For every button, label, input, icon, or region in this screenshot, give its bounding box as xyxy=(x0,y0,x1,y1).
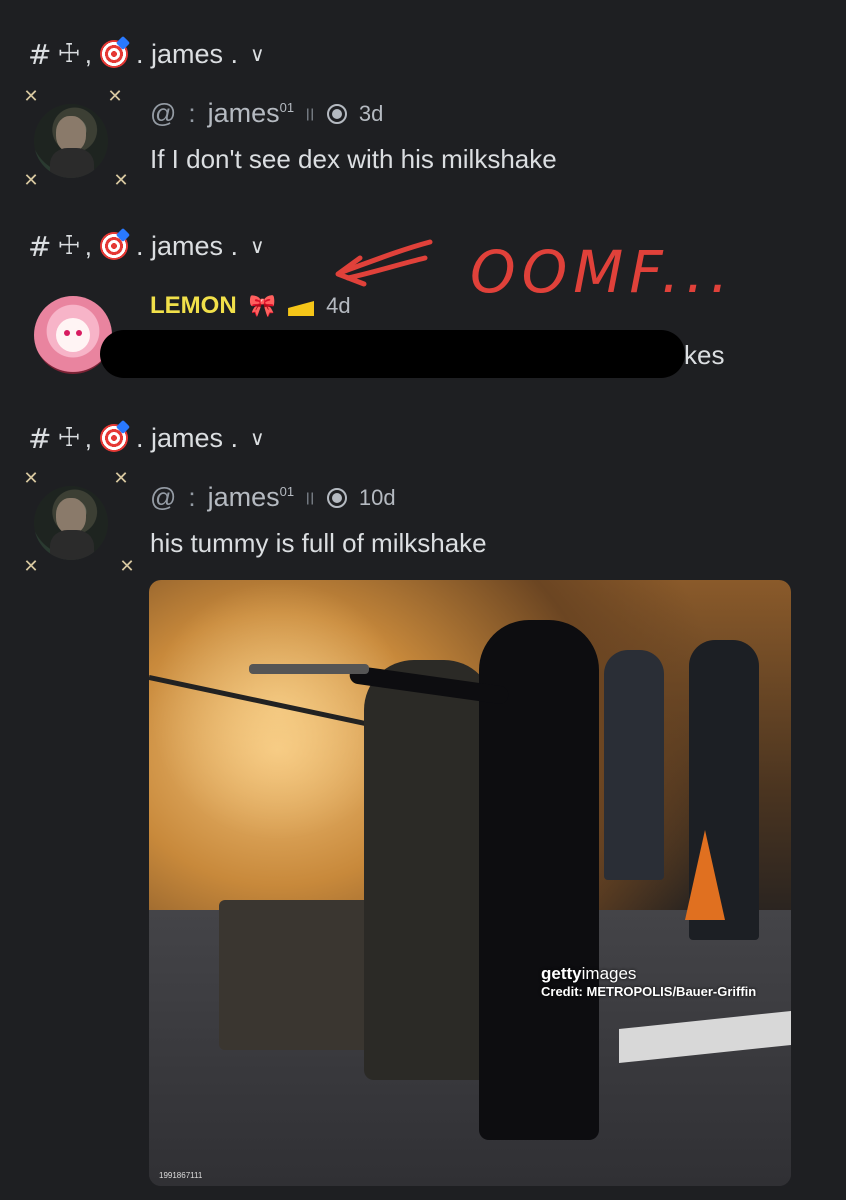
avatar-frame[interactable]: ✕ ✕ ✕ ✕ xyxy=(14,84,134,204)
crossbone-icon: ✕ xyxy=(113,468,129,489)
timestamp: 10d xyxy=(358,484,396,510)
channel-hash-icon: # xyxy=(28,229,52,263)
crew-member xyxy=(364,660,494,1080)
crossbone-icon: ✕ xyxy=(23,170,39,191)
target-emoji-icon xyxy=(100,232,129,260)
avatar[interactable] xyxy=(34,296,112,374)
pistol xyxy=(249,664,369,674)
message-header: LEMON 🎀 4d xyxy=(150,292,351,320)
cheese-emoji-icon xyxy=(288,301,315,316)
avatar[interactable] xyxy=(34,104,108,178)
context-name: . james . xyxy=(136,38,239,69)
crossbone-icon: ✕ xyxy=(107,86,123,107)
reply-context[interactable]: # ☩ , . james . ∨ xyxy=(28,418,265,458)
status-ring-icon xyxy=(326,487,347,508)
timestamp: 3d xyxy=(358,100,384,126)
image-credit: gettyimages Credit: METROPOLIS/Bauer-Gri… xyxy=(541,964,757,999)
redaction-bar xyxy=(100,330,685,378)
cross-icon: ☩ xyxy=(57,231,81,261)
avatar-frame[interactable]: ✕ ✕ ✕ ✕ xyxy=(14,466,134,586)
channel-hash-icon: # xyxy=(28,421,52,455)
camera-dolly xyxy=(219,900,379,1050)
chevron-down-icon[interactable]: ∨ xyxy=(250,42,265,66)
context-name: . james . xyxy=(136,230,239,261)
crossbone-icon: ✕ xyxy=(113,170,129,191)
image-id: 1991867111 xyxy=(159,1171,203,1180)
crossbone-icon: ✕ xyxy=(23,468,39,489)
channel-hash-icon: # xyxy=(28,37,52,71)
chevron-down-icon[interactable]: ∨ xyxy=(250,234,265,258)
author-username[interactable]: james01 xyxy=(208,98,295,129)
message-text: his tummy is full of milkshake xyxy=(150,528,487,558)
status-ring-icon xyxy=(326,103,347,124)
message-header: @ : james01 || 10d xyxy=(150,482,396,513)
ribbon-emoji-icon: 🎀 xyxy=(248,293,277,319)
cross-icon: ☩ xyxy=(57,39,81,69)
message-text: If I don't see dex with his milkshake xyxy=(150,144,557,174)
avatar[interactable] xyxy=(34,486,108,560)
crossbone-icon: ✕ xyxy=(119,556,135,577)
cross-icon: ☩ xyxy=(57,423,81,453)
message-header: @ : james01 || 3d xyxy=(150,98,384,129)
target-emoji-icon xyxy=(100,424,129,452)
crossbone-icon: ✕ xyxy=(23,556,39,577)
reply-context[interactable]: # ☩ , . james . ∨ xyxy=(28,34,265,74)
context-name: . james . xyxy=(136,422,239,453)
bystander xyxy=(604,650,664,880)
author-username[interactable]: james01 xyxy=(208,482,295,513)
image-attachment[interactable]: gettyimages Credit: METROPOLIS/Bauer-Gri… xyxy=(149,580,791,1186)
chevron-down-icon[interactable]: ∨ xyxy=(250,426,265,450)
target-emoji-icon xyxy=(100,40,129,68)
crossbone-icon: ✕ xyxy=(23,86,39,107)
message-text-tail: kes xyxy=(684,340,725,370)
reply-context[interactable]: # ☩ , . james . ∨ xyxy=(28,226,265,266)
annotation-arrow-icon xyxy=(335,239,433,287)
author-username[interactable]: LEMON xyxy=(150,292,237,320)
timestamp: 4d xyxy=(326,293,351,318)
annotation-text: OOMF... xyxy=(470,238,735,306)
